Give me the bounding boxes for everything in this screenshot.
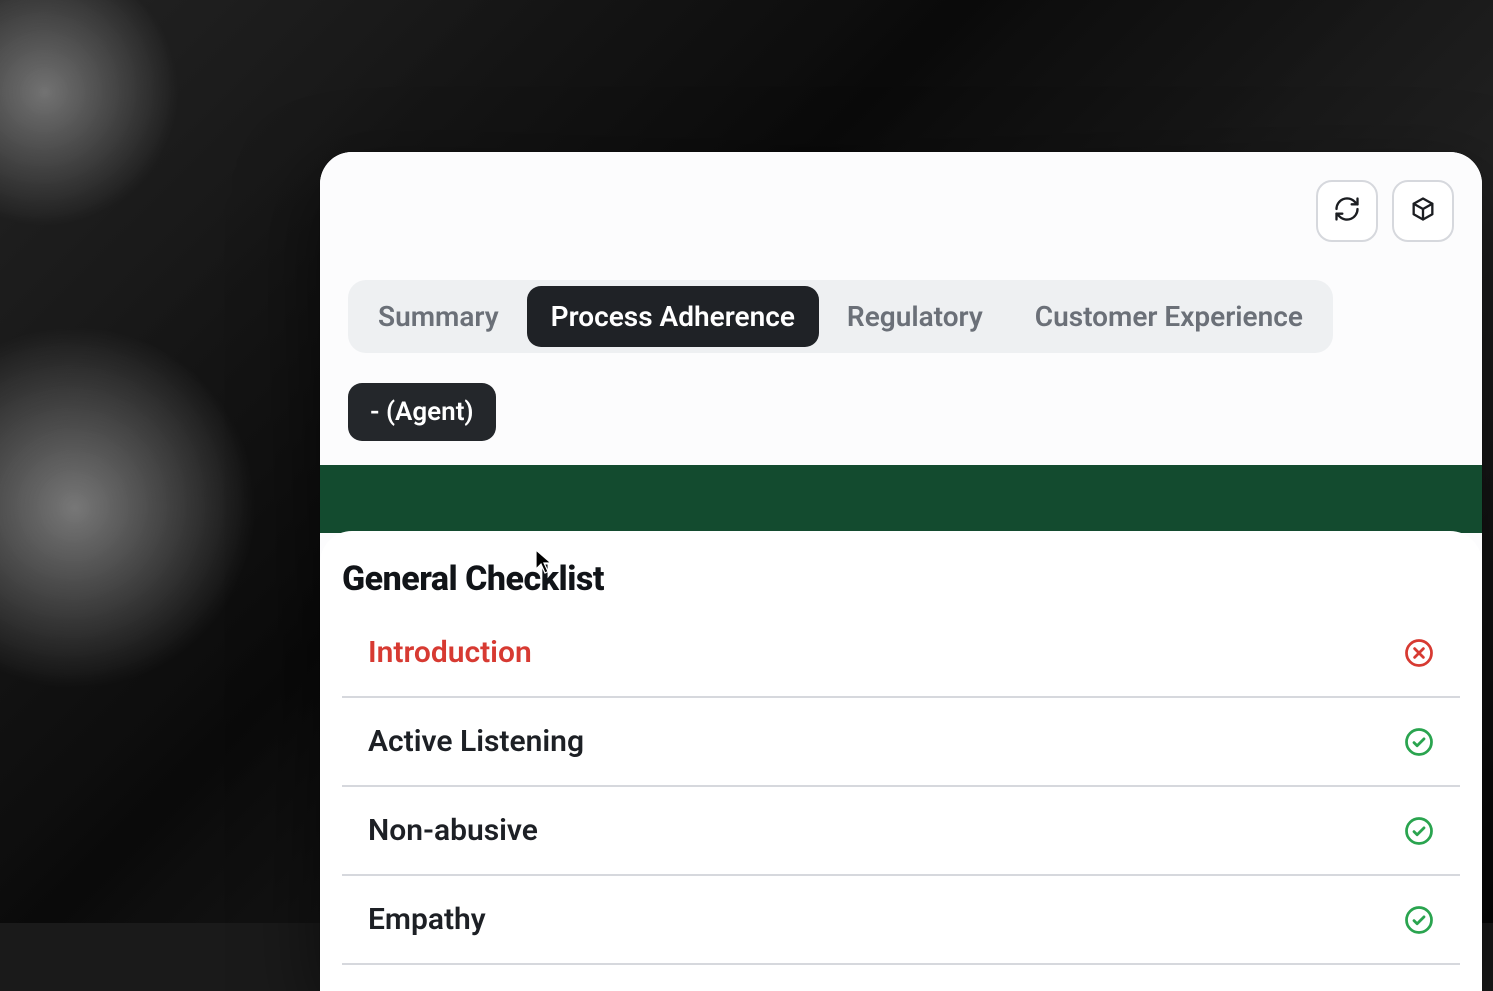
checklist-label: Empathy — [368, 902, 486, 937]
status-pass-icon — [1404, 905, 1434, 935]
checklist-label: Active Listening — [368, 724, 584, 759]
main-panel: Summary Process Adherence Regulatory Cus… — [320, 152, 1482, 991]
checklist-label: Non-abusive — [368, 813, 538, 848]
checklist-row-empathy[interactable]: Empathy — [342, 876, 1460, 965]
header-card: Summary Process Adherence Regulatory Cus… — [320, 152, 1482, 465]
package-icon — [1409, 195, 1437, 227]
agent-chip-row: - (Agent) — [348, 383, 1454, 441]
checklist-row-non-abusive[interactable]: Non-abusive — [342, 787, 1460, 876]
score-band — [320, 465, 1482, 533]
status-pass-icon — [1404, 727, 1434, 757]
checklist-row-active-listening[interactable]: Active Listening — [342, 698, 1460, 787]
export-button[interactable] — [1392, 180, 1454, 242]
status-fail-icon — [1404, 638, 1434, 668]
tab-customer-experience[interactable]: Customer Experience — [1011, 286, 1327, 347]
tab-bar: Summary Process Adherence Regulatory Cus… — [348, 280, 1333, 353]
refresh-button[interactable] — [1316, 180, 1378, 242]
tab-regulatory[interactable]: Regulatory — [823, 286, 1007, 347]
checklist-card: General Checklist Introduction Active Li… — [320, 531, 1482, 991]
header-actions — [1316, 180, 1454, 242]
checklist-title: General Checklist — [320, 559, 1482, 609]
status-pass-icon — [1404, 816, 1434, 846]
checklist-label: Introduction — [368, 635, 532, 670]
agent-chip[interactable]: - (Agent) — [348, 383, 496, 441]
tab-summary[interactable]: Summary — [354, 286, 523, 347]
checklist-row-introduction[interactable]: Introduction — [342, 609, 1460, 698]
tab-process-adherence[interactable]: Process Adherence — [527, 286, 819, 347]
refresh-icon — [1333, 195, 1361, 227]
